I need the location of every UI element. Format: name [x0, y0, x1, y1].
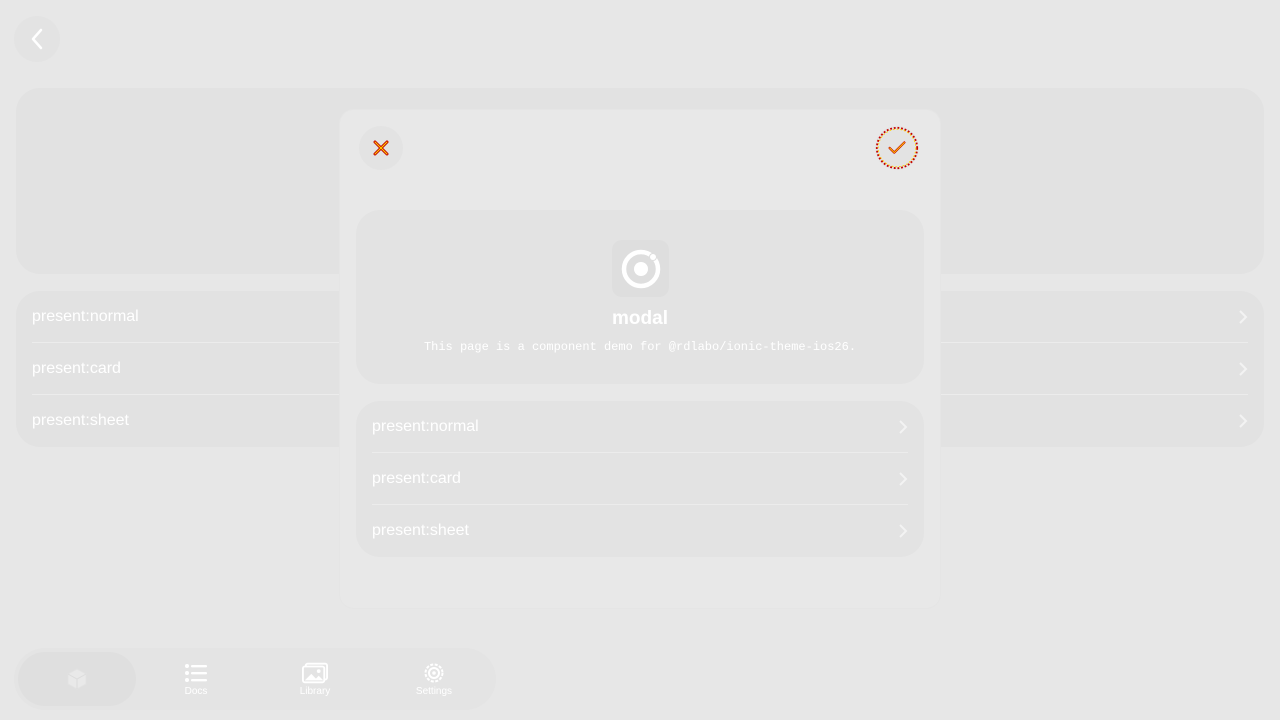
modal-header: [340, 110, 940, 190]
chevron-left-icon: [31, 28, 43, 50]
list-item-label: present:normal: [372, 418, 479, 435]
tab-label: Library: [299, 685, 331, 697]
close-button[interactable]: [359, 126, 403, 170]
tab-components[interactable]: [18, 652, 136, 706]
tab-label: Docs: [184, 685, 208, 697]
xmark-icon: [373, 140, 389, 156]
tab-settings[interactable]: Settings: [375, 652, 493, 706]
intro-card: modal This page is a component demo for …: [356, 210, 924, 384]
modal-dialog: modal This page is a component demo for …: [340, 110, 940, 608]
confirm-button[interactable]: [875, 126, 919, 170]
chevron-right-icon: [1239, 414, 1248, 428]
chevron-right-icon: [899, 524, 908, 538]
chevron-right-icon: [899, 472, 908, 486]
ionic-logo-icon: [612, 240, 669, 297]
chevron-right-icon: [899, 420, 908, 434]
list-item-label: present:sheet: [372, 522, 469, 539]
chevron-right-icon: [1239, 310, 1248, 324]
tab-bar: Docs Library Settings: [14, 648, 496, 710]
list-item-present-card[interactable]: present:card: [356, 453, 924, 505]
page-description: This page is a component demo for @rdlab…: [423, 340, 857, 354]
gear-icon: [421, 662, 447, 684]
page-title: modal: [612, 308, 668, 329]
tab-docs[interactable]: Docs: [137, 652, 255, 706]
checkmark-icon: [875, 126, 919, 170]
images-icon: [302, 662, 328, 684]
back-button[interactable]: [14, 16, 60, 62]
list-icon: [183, 662, 209, 684]
chevron-right-icon: [1239, 362, 1248, 376]
list-item-label: present:card: [372, 470, 461, 487]
list-item-present-normal[interactable]: present:normal: [356, 401, 924, 453]
cube-icon: [64, 668, 90, 690]
tab-label: Settings: [415, 685, 453, 697]
present-options-list: present:normal present:card present:shee…: [356, 401, 924, 557]
list-item-present-sheet[interactable]: present:sheet: [356, 505, 924, 557]
tab-library[interactable]: Library: [256, 652, 374, 706]
